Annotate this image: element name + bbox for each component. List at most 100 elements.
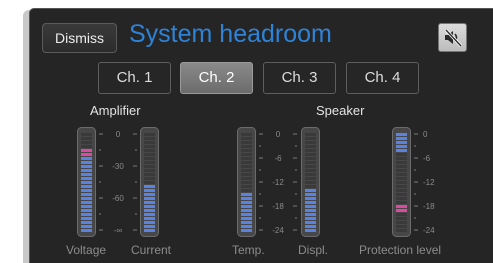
tab-ch1[interactable]: Ch. 1 — [98, 62, 171, 94]
scale-label: -12 — [272, 178, 284, 187]
protection-segment — [396, 225, 407, 228]
temperature-segment — [241, 141, 252, 144]
voltage-segment — [81, 145, 92, 148]
protection-segment — [396, 185, 407, 188]
voltage-segment — [81, 177, 92, 180]
protection-segment — [396, 165, 407, 168]
scale-label: -6 — [423, 154, 431, 163]
current-segment — [144, 209, 155, 212]
current-segment — [144, 217, 155, 220]
dismiss-button[interactable]: Dismiss — [42, 23, 117, 53]
protection-segment — [396, 141, 407, 144]
protection-segment — [396, 209, 407, 212]
displacement-segment — [305, 197, 316, 200]
system-headroom-dialog: Dismiss System headroom Ch. 1 Ch. 2 Ch. … — [29, 8, 493, 263]
current-segment — [144, 205, 155, 208]
displacement-segment — [305, 193, 316, 196]
protection-segment — [396, 201, 407, 204]
voltage-segment — [81, 169, 92, 172]
voltage-segment — [81, 209, 92, 212]
displacement-segment — [305, 189, 316, 192]
scale-label: -12 — [423, 178, 435, 187]
temperature-meter — [237, 127, 256, 237]
current-meter — [140, 127, 159, 237]
voltage-segment — [81, 213, 92, 216]
voltage-segment — [81, 201, 92, 204]
temperature-segment — [241, 221, 252, 224]
temperature-segment — [241, 181, 252, 184]
displacement-segment — [305, 165, 316, 168]
protection-segment — [396, 133, 407, 136]
dialog-title: System headroom — [129, 20, 332, 48]
displacement-segment — [305, 225, 316, 228]
displacement-segment — [305, 201, 316, 204]
protection-scale: 0 -6 -12 -18 -24 — [411, 127, 451, 237]
current-label: Current — [131, 243, 172, 257]
current-segment — [144, 193, 155, 196]
voltage-segment — [81, 193, 92, 196]
speaker-heading: Speaker — [316, 103, 365, 118]
scale-label: -18 — [423, 202, 435, 211]
temperature-label: Temp. — [232, 243, 265, 257]
displacement-segment — [305, 145, 316, 148]
current-segment — [144, 229, 155, 232]
voltage-segment — [81, 137, 92, 140]
temperature-segment — [241, 185, 252, 188]
displacement-segment — [305, 217, 316, 220]
protection-segment — [396, 229, 407, 232]
displacement-meter — [301, 127, 320, 237]
temperature-segment — [241, 205, 252, 208]
scale-label: 0 — [423, 130, 428, 139]
scale-label: 0 — [116, 130, 121, 139]
current-meter-graphic — [140, 127, 159, 237]
protection-segment — [396, 177, 407, 180]
temperature-segment — [241, 193, 252, 196]
temperature-segment — [241, 197, 252, 200]
voltage-segment — [81, 153, 92, 156]
displacement-segment — [305, 229, 316, 232]
temperature-segment — [241, 149, 252, 152]
tab-ch4[interactable]: Ch. 4 — [346, 62, 419, 94]
current-segment — [144, 149, 155, 152]
temperature-segment — [241, 225, 252, 228]
temperature-segment — [241, 177, 252, 180]
displacement-segment — [305, 173, 316, 176]
current-segment — [144, 201, 155, 204]
voltage-segment — [81, 197, 92, 200]
temperature-segment — [241, 157, 252, 160]
voltage-segment — [81, 149, 92, 152]
protection-level-label: Protection level — [359, 243, 442, 257]
mute-button[interactable] — [438, 23, 467, 52]
speaker-scale: 0 -6 -12 -18 -24 — [256, 127, 300, 237]
voltage-segment — [81, 165, 92, 168]
temperature-segment — [241, 229, 252, 232]
protection-segment — [396, 173, 407, 176]
current-segment — [144, 153, 155, 156]
voltage-segment — [81, 185, 92, 188]
voltage-segment — [81, 225, 92, 228]
voltage-segment — [81, 157, 92, 160]
displacement-segment — [305, 157, 316, 160]
temperature-meter-graphic — [237, 127, 256, 237]
displacement-segment — [305, 169, 316, 172]
amplifier-scale: 0 -30 -60 -∞ — [96, 127, 140, 237]
current-segment — [144, 169, 155, 172]
current-segment — [144, 141, 155, 144]
displacement-segment — [305, 221, 316, 224]
temperature-segment — [241, 213, 252, 216]
protection-segment — [396, 137, 407, 140]
protection-meter-graphic — [392, 127, 411, 237]
protection-segment — [396, 181, 407, 184]
voltage-segment — [81, 189, 92, 192]
tab-ch2[interactable]: Ch. 2 — [180, 62, 253, 94]
scale-label: -24 — [272, 226, 284, 235]
current-segment — [144, 213, 155, 216]
current-segment — [144, 145, 155, 148]
current-segment — [144, 165, 155, 168]
scale-label: -60 — [112, 194, 124, 203]
tab-ch3[interactable]: Ch. 3 — [263, 62, 336, 94]
displacement-segment — [305, 185, 316, 188]
current-segment — [144, 177, 155, 180]
scale-graphic: 0 -30 -60 -∞ — [99, 130, 137, 235]
voltage-segment — [81, 133, 92, 136]
